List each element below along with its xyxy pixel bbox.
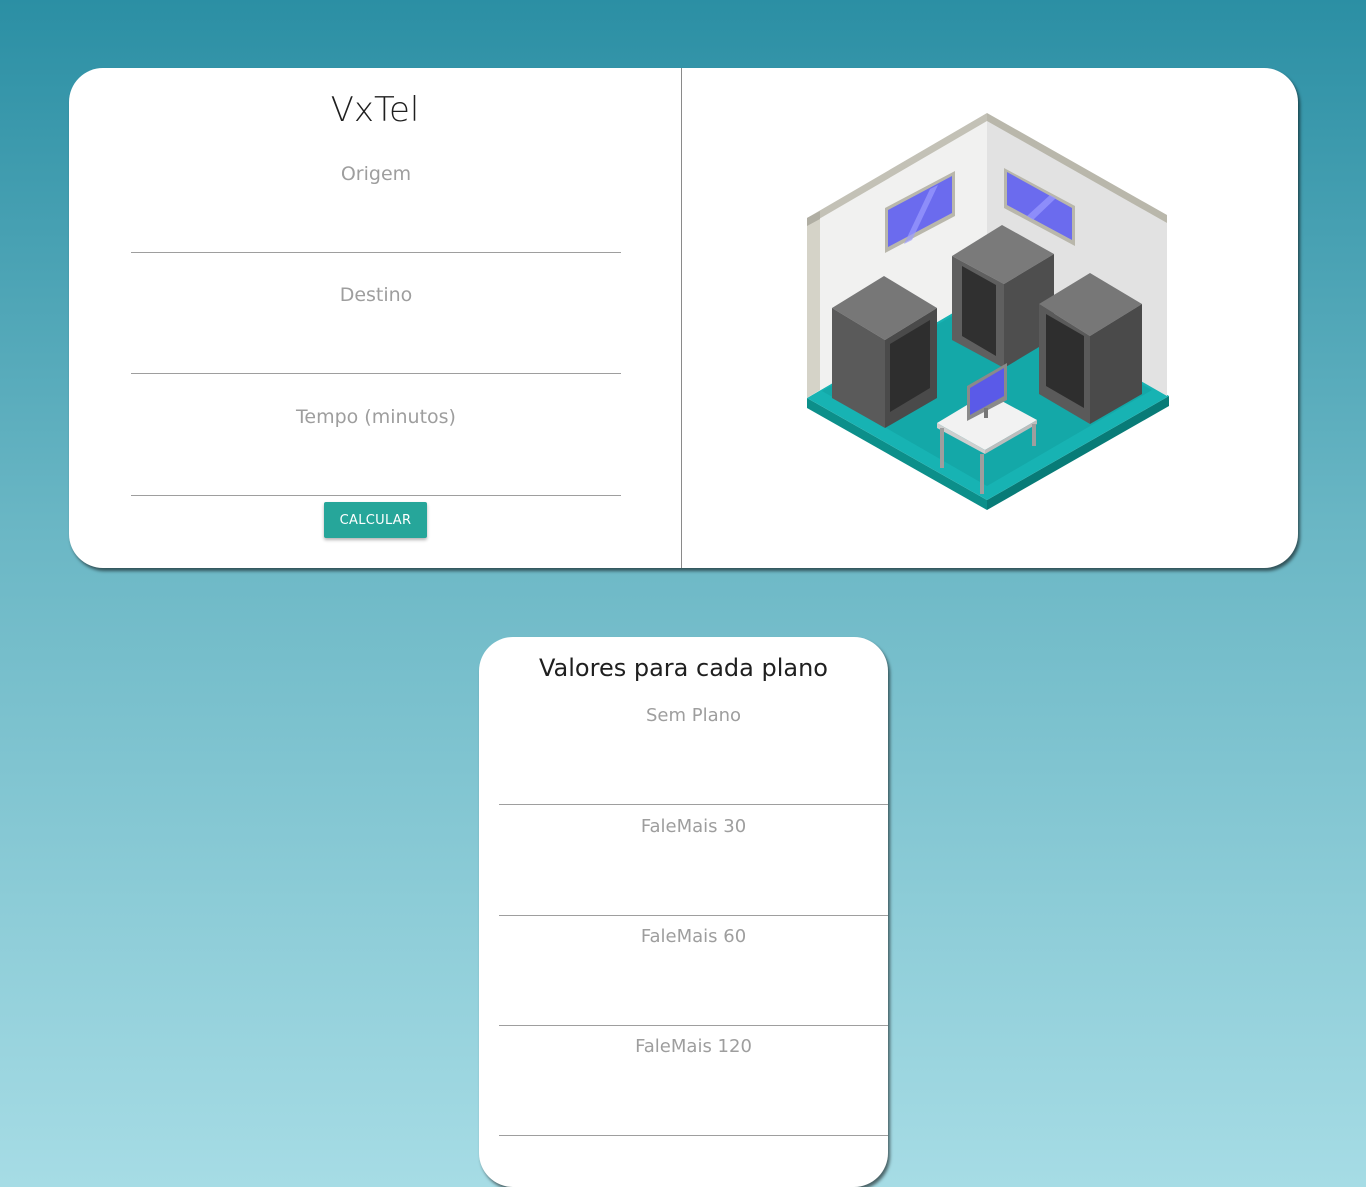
plan-label: FaleMais 60 (640, 926, 747, 947)
destino-field-group: Destino (131, 284, 621, 374)
plans-title: Valores para cada plano (539, 654, 828, 682)
plan-value-field[interactable] (499, 986, 888, 1026)
plan-value-field[interactable] (499, 1096, 888, 1136)
app-title: VxTel (330, 90, 420, 130)
illustration-panel (682, 68, 1298, 568)
destino-label: Destino (339, 284, 413, 306)
plans-card: Valores para cada plano Sem Plano FaleMa… (479, 637, 888, 1187)
server-room-illustration-icon (807, 113, 1169, 510)
tempo-label: Tempo (minutos) (296, 406, 456, 428)
destino-input[interactable] (131, 334, 621, 374)
origem-label: Origem (340, 163, 412, 185)
plan-sem-plano: Sem Plano (499, 705, 888, 805)
plan-falemais-30: FaleMais 30 (499, 816, 888, 916)
tempo-input[interactable] (131, 456, 621, 496)
plan-label: Sem Plano (645, 705, 742, 726)
calcular-button[interactable]: CALCULAR (324, 502, 427, 538)
plan-value-field[interactable] (499, 765, 888, 805)
tempo-field-group: Tempo (minutos) (131, 406, 621, 496)
calculator-card: VxTel Origem Destino Tempo (minutos) CAL… (69, 68, 1298, 568)
origem-input[interactable] (131, 213, 621, 253)
calculator-form: VxTel Origem Destino Tempo (minutos) CAL… (69, 68, 682, 568)
plan-label: FaleMais 120 (635, 1036, 752, 1057)
plan-falemais-120: FaleMais 120 (499, 1036, 888, 1136)
plan-falemais-60: FaleMais 60 (499, 926, 888, 1026)
origem-field-group: Origem (131, 163, 621, 253)
plan-label: FaleMais 30 (640, 816, 747, 837)
plan-value-field[interactable] (499, 876, 888, 916)
